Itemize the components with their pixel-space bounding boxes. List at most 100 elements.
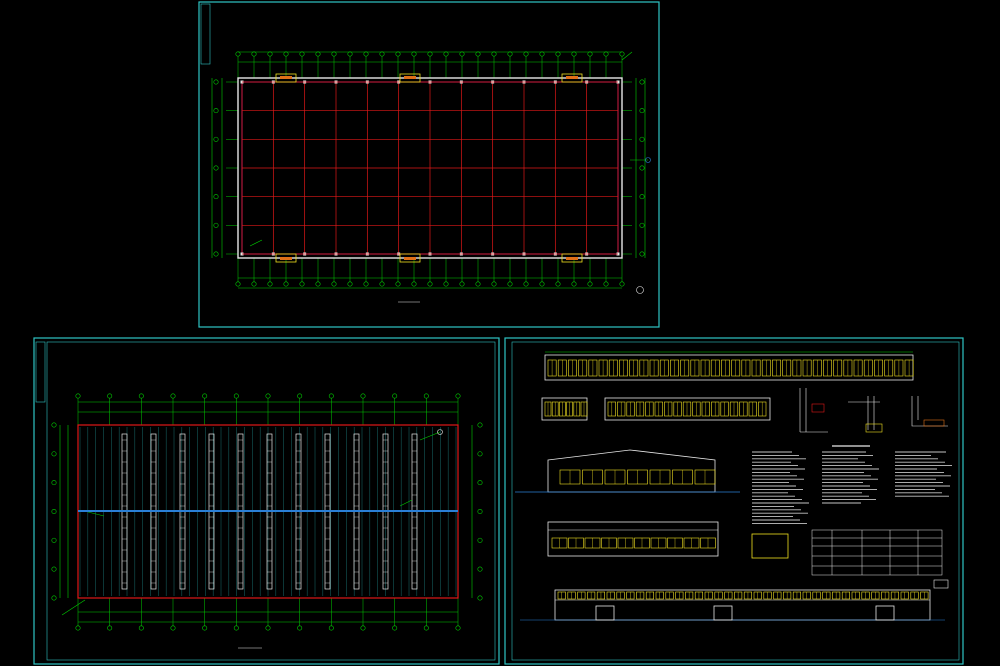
axis-bubble — [360, 625, 366, 631]
design-notes-block — [752, 445, 952, 524]
axis-bubble — [51, 537, 57, 543]
axis-bubble — [459, 281, 465, 287]
axis-bubble — [213, 251, 219, 257]
axis-bubble — [455, 625, 461, 631]
axis-bubble — [233, 625, 239, 631]
axis-bubble — [235, 281, 241, 287]
axis-bubble — [347, 281, 353, 287]
axis-bubble — [603, 51, 609, 57]
elevation-gable — [515, 449, 740, 493]
plan-leader-tags — [249, 51, 651, 303]
axis-bubble — [315, 51, 321, 57]
axis-bubble — [51, 595, 57, 601]
axis-bubble — [395, 51, 401, 57]
axis-bubble — [423, 393, 429, 399]
axis-bubble — [639, 108, 645, 114]
axis-bubble — [639, 165, 645, 171]
axis-bubble — [639, 79, 645, 85]
axis-bubble — [455, 393, 461, 399]
axis-bubble — [491, 51, 497, 57]
axis-bubble — [51, 480, 57, 486]
elevation-window-row — [547, 359, 914, 377]
axis-bubble — [235, 51, 241, 57]
axis-bubble — [379, 281, 385, 287]
axis-bubble — [507, 281, 513, 287]
plan-axis-bubbles — [213, 51, 645, 287]
axis-bubble — [603, 281, 609, 287]
axis-bubble — [619, 51, 625, 57]
axis-bubble — [297, 393, 303, 399]
axis-bubble — [202, 393, 208, 399]
axis-bubble — [555, 281, 561, 287]
axis-bubble — [587, 51, 593, 57]
axis-bubble — [283, 281, 289, 287]
axis-bubble — [539, 281, 545, 287]
axis-bubble — [51, 508, 57, 514]
window-detail — [751, 533, 789, 559]
axis-bubble — [571, 281, 577, 287]
elevation-side-small — [541, 397, 588, 421]
elevation-mid — [604, 397, 771, 421]
axis-bubble — [443, 281, 449, 287]
axis-bubble — [328, 393, 334, 399]
axis-bubble — [427, 281, 433, 287]
wall-section-details — [799, 388, 948, 433]
axis-bubble — [213, 194, 219, 200]
axis-bubble — [138, 393, 144, 399]
axis-bubble — [539, 51, 545, 57]
axis-bubble — [107, 393, 113, 399]
axis-bubble — [379, 51, 385, 57]
axis-bubble — [363, 51, 369, 57]
axis-bubble — [170, 625, 176, 631]
axis-bubble — [107, 625, 113, 631]
axis-bubble — [411, 281, 417, 287]
cad-drawing-canvas[interactable] — [0, 0, 1000, 666]
sheet-title-strip — [35, 341, 46, 403]
axis-bubble — [315, 281, 321, 287]
axis-bubble — [267, 281, 273, 287]
axis-bubble — [587, 281, 593, 287]
axis-bubble — [395, 281, 401, 287]
axis-bubble — [477, 595, 483, 601]
plan-column-grid — [240, 80, 620, 256]
sheet-elevations — [504, 337, 964, 665]
axis-bubble — [213, 222, 219, 228]
axis-bubble — [477, 537, 483, 543]
axis-bubble — [475, 281, 481, 287]
axis-bubble — [475, 51, 481, 57]
axis-bubble — [443, 51, 449, 57]
axis-bubble — [639, 136, 645, 142]
axis-bubble — [555, 51, 561, 57]
axis-bubble — [213, 136, 219, 142]
axis-bubble — [297, 625, 303, 631]
axis-bubble — [639, 251, 645, 257]
axis-bubble — [267, 51, 273, 57]
axis-bubble — [507, 51, 513, 57]
axis-bubble — [51, 566, 57, 572]
sheet-title-strip — [200, 3, 211, 65]
axis-bubble — [477, 508, 483, 514]
axis-bubble — [265, 393, 271, 399]
elevation-front — [547, 521, 719, 557]
elevation-long-bottom — [520, 579, 949, 621]
axis-bubble — [411, 51, 417, 57]
axis-bubble — [202, 625, 208, 631]
axis-bubble — [477, 480, 483, 486]
axis-bubble — [299, 51, 305, 57]
axis-bubble — [251, 281, 257, 287]
axis-bubble — [639, 194, 645, 200]
axis-bubble — [347, 51, 353, 57]
axis-bubble — [331, 281, 337, 287]
axis-bubble — [427, 51, 433, 57]
axis-bubble — [523, 281, 529, 287]
axis-bubble — [619, 281, 625, 287]
sheet-floor-plan — [198, 1, 660, 328]
axis-bubble — [477, 451, 483, 457]
schedule-table — [811, 529, 943, 576]
axis-bubble — [299, 281, 305, 287]
axis-bubble — [459, 51, 465, 57]
axis-bubble — [75, 625, 81, 631]
axis-bubble — [75, 393, 81, 399]
axis-bubble — [51, 422, 57, 428]
axis-bubble — [170, 393, 176, 399]
